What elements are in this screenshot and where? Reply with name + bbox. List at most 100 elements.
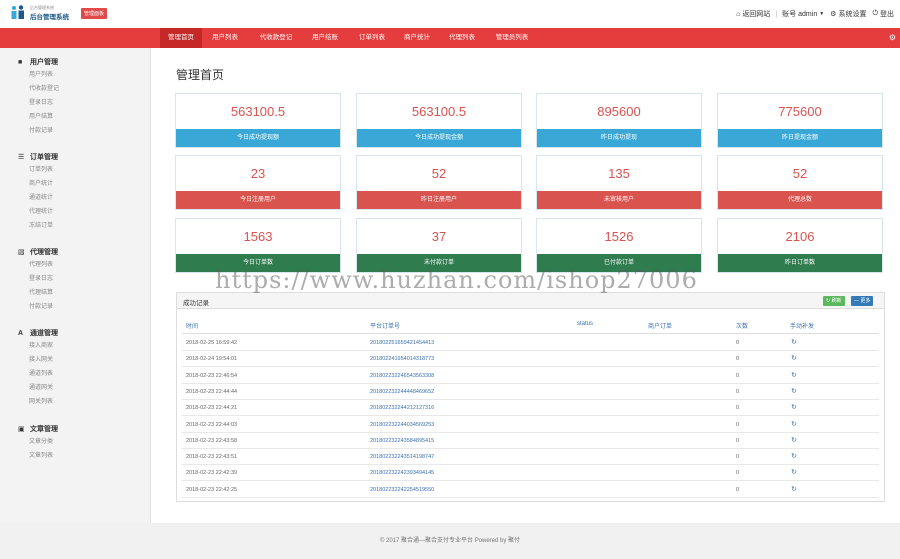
sidebar-item[interactable]: 文章分类: [18, 435, 58, 449]
sidebar-item[interactable]: 文章列表: [18, 449, 58, 463]
refresh-button[interactable]: ↻ 刷新: [823, 296, 845, 306]
user-icon: ■: [18, 58, 23, 66]
table-header: 时间 平台订单号 status 商户订单 次数 手动补发: [182, 321, 879, 334]
sidebar-group-channels: A 通道管理 接入商家 接入网关 通道列表 通道网关 网关列表: [18, 327, 58, 409]
stat-card: 563100.5 今日成功提现额: [175, 93, 341, 148]
settings-link[interactable]: ⚙ 系统设置: [830, 9, 866, 19]
cell-count: 0: [736, 486, 740, 493]
sidebar-item[interactable]: 用户列表: [18, 68, 59, 82]
stat-value: 563100.5: [230, 104, 286, 119]
cell-order-link[interactable]: 201802232242393494145: [370, 470, 434, 476]
cell-order-link[interactable]: 201802251659421454413: [370, 340, 434, 346]
sidebar-group-header[interactable]: ▧ 代理管理: [18, 246, 58, 258]
cell-order-link[interactable]: 201802232244034569253: [370, 422, 434, 428]
sidebar-item[interactable]: 付款记录: [18, 124, 59, 138]
nav-tab-home[interactable]: 管理首页: [160, 28, 202, 48]
resend-refresh-icon[interactable]: ↻: [791, 354, 797, 362]
sidebar-item[interactable]: 通道列表: [18, 367, 58, 381]
cell-order-link[interactable]: 201802232244212127316: [370, 405, 434, 411]
resend-refresh-icon[interactable]: ↻: [791, 436, 797, 444]
sidebar-item[interactable]: 冻结订单: [18, 219, 58, 233]
sidebar-group-title: 代理管理: [30, 249, 58, 256]
sidebar-item[interactable]: 接入商家: [18, 339, 58, 353]
stat-label[interactable]: 昨日提现金额: [718, 129, 882, 147]
account-dropdown[interactable]: 账号 admin ▼: [782, 9, 824, 19]
cell-order-link[interactable]: 201802232246543563308: [370, 373, 434, 379]
cell-order-link[interactable]: 201802232243514198747: [370, 454, 434, 460]
cell-order-link[interactable]: 201802241954014318773: [370, 356, 434, 362]
stat-card: 775600 昨日提现金额: [717, 93, 883, 148]
table-row: 2018-02-24 19:54:01 201802241954014318773…: [182, 351, 879, 368]
stat-card: 1563 今日订单数: [175, 218, 341, 273]
resend-refresh-icon[interactable]: ↻: [791, 420, 797, 428]
sidebar-item[interactable]: 代理列表: [18, 258, 58, 272]
cell-order-link[interactable]: 201802232244448469652: [370, 389, 434, 395]
sidebar-group-title: 订单管理: [30, 154, 58, 161]
stat-label[interactable]: 今日订单数: [176, 254, 340, 272]
stat-label[interactable]: 已付款订单: [537, 254, 701, 272]
resend-refresh-icon[interactable]: ↻: [791, 452, 797, 460]
nav-tab-settlement[interactable]: 用户结账: [304, 28, 346, 48]
sidebar-item[interactable]: 付款记录: [18, 300, 58, 314]
sidebar-group-header[interactable]: A 通道管理: [18, 327, 58, 339]
stat-label[interactable]: 未审核用户: [537, 191, 701, 209]
sidebar-item[interactable]: 用户结算: [18, 110, 59, 124]
gear-icon: ⚙: [830, 11, 837, 18]
sidebar-item[interactable]: 代理结算: [18, 286, 58, 300]
sidebar-item[interactable]: 通道网关: [18, 381, 58, 395]
nav-tab-collection[interactable]: 代收款登记: [250, 28, 302, 48]
stat-value: 23: [250, 166, 266, 181]
nav-tab-merchant-stats[interactable]: 商户统计: [396, 28, 438, 48]
stat-label[interactable]: 昨日成功提现: [537, 129, 701, 147]
resend-refresh-icon[interactable]: ↻: [791, 338, 797, 346]
cell-count: 0: [736, 470, 740, 477]
table-row: 2018-02-25 16:59:42 201802251659421454413…: [182, 335, 879, 351]
home-link[interactable]: ⌂ 返回网站: [736, 9, 770, 19]
stat-card: 135 未审核用户: [536, 155, 702, 210]
resend-refresh-icon[interactable]: ↻: [791, 387, 797, 395]
stat-label[interactable]: 未付款订单: [357, 254, 521, 272]
logout-link[interactable]: ⏻ 登出: [872, 9, 894, 19]
resend-refresh-icon[interactable]: ↻: [791, 403, 797, 411]
settings-label: 系统设置: [838, 11, 867, 18]
sidebar-item[interactable]: 代收款登记: [18, 82, 59, 96]
nav-gear-icon[interactable]: ⚙: [889, 33, 896, 42]
sidebar-group-header[interactable]: ▣ 文章管理: [18, 423, 58, 435]
resend-refresh-icon[interactable]: ↻: [791, 468, 797, 476]
sidebar-group-header[interactable]: ■ 用户管理: [18, 56, 59, 68]
sidebar-item[interactable]: 接入网关: [18, 353, 58, 367]
cell-order-link[interactable]: 201802232242254519550: [370, 487, 434, 493]
stat-label[interactable]: 今日成功提现额: [176, 129, 340, 147]
more-button[interactable]: — 更多: [851, 296, 874, 306]
sidebar-item[interactable]: 商户统计: [18, 177, 58, 191]
nav-tab-admins[interactable]: 管理员列表: [488, 28, 536, 48]
stat-value: 895600: [597, 104, 641, 119]
resend-refresh-icon[interactable]: ↻: [791, 371, 797, 379]
sidebar-group-title: 用户管理: [30, 59, 58, 66]
sidebar-item[interactable]: 登录日志: [18, 272, 58, 286]
cell-order-link[interactable]: 201802232243584895415: [370, 438, 434, 444]
column-header: 手动补发: [790, 324, 815, 330]
font-icon: A: [18, 329, 24, 337]
sidebar-item[interactable]: 网关列表: [18, 395, 58, 409]
sidebar-item[interactable]: 代理统计: [18, 205, 58, 219]
stat-label[interactable]: 昨日订单数: [718, 254, 882, 272]
nav-tab-users[interactable]: 用户列表: [204, 28, 246, 48]
stat-label[interactable]: 今日成功提现金额: [357, 129, 521, 147]
sidebar-group-header[interactable]: ☰ 订单管理: [18, 151, 58, 163]
resend-refresh-icon[interactable]: ↻: [791, 485, 797, 493]
stat-label[interactable]: 今日注册用户: [176, 191, 340, 209]
sidebar-item[interactable]: 登录日志: [18, 96, 59, 110]
cell-time: 2018-02-23 22:44:21: [186, 405, 238, 412]
sidebar: ■ 用户管理 用户列表 代收款登记 登录日志 用户结算 付款记录 ☰ 订单管理 …: [0, 48, 151, 523]
nav-tab-agents[interactable]: 代理列表: [440, 28, 484, 48]
stat-card: 2106 昨日订单数: [717, 218, 883, 273]
nav-tab-orders[interactable]: 订单列表: [350, 28, 394, 48]
minus-icon: —: [854, 298, 859, 304]
stat-label[interactable]: 代理总数: [718, 191, 882, 209]
sidebar-item[interactable]: 订单列表: [18, 163, 58, 177]
sidebar-item[interactable]: 通道统计: [18, 191, 58, 205]
cell-count: 0: [736, 405, 740, 412]
file-icon: ▧: [18, 249, 25, 256]
stat-label[interactable]: 昨日注册用户: [357, 191, 521, 209]
